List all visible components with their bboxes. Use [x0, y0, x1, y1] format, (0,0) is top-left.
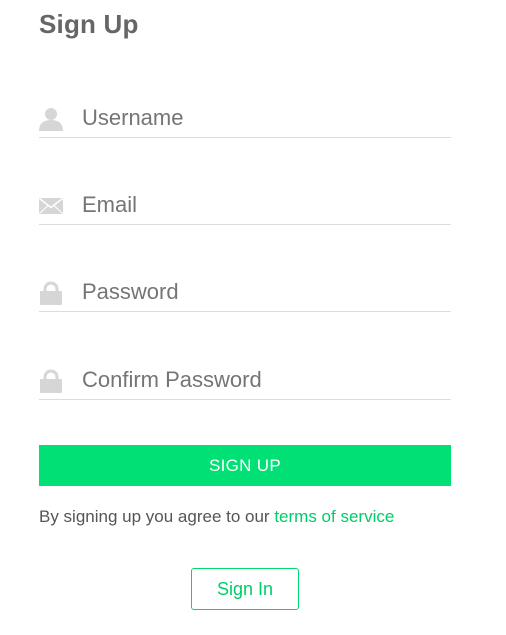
page-title: Sign Up: [39, 9, 139, 39]
envelope-icon: [39, 197, 63, 214]
username-field-row: [39, 101, 451, 138]
signup-page: Sign Up Username Email SIGN UP By signin…: [0, 0, 506, 635]
password-input[interactable]: [82, 275, 447, 309]
confirm-password-field-row: [39, 363, 451, 400]
email-input[interactable]: [82, 188, 447, 222]
lock-icon: [40, 281, 62, 305]
username-input[interactable]: [82, 101, 447, 135]
signin-button[interactable]: Sign In: [191, 568, 299, 610]
confirm-password-input[interactable]: [82, 363, 447, 397]
terms-agreement-text: By signing up you agree to our: [39, 507, 275, 526]
terms-of-service-link[interactable]: terms of service: [274, 507, 394, 526]
signup-button[interactable]: SIGN UP: [39, 445, 451, 486]
email-field-row: [39, 188, 451, 225]
lock-icon: [40, 369, 62, 393]
password-field-row: [39, 275, 451, 312]
terms-agreement: By signing up you agree to our terms of …: [39, 507, 394, 527]
user-icon: [39, 108, 63, 131]
